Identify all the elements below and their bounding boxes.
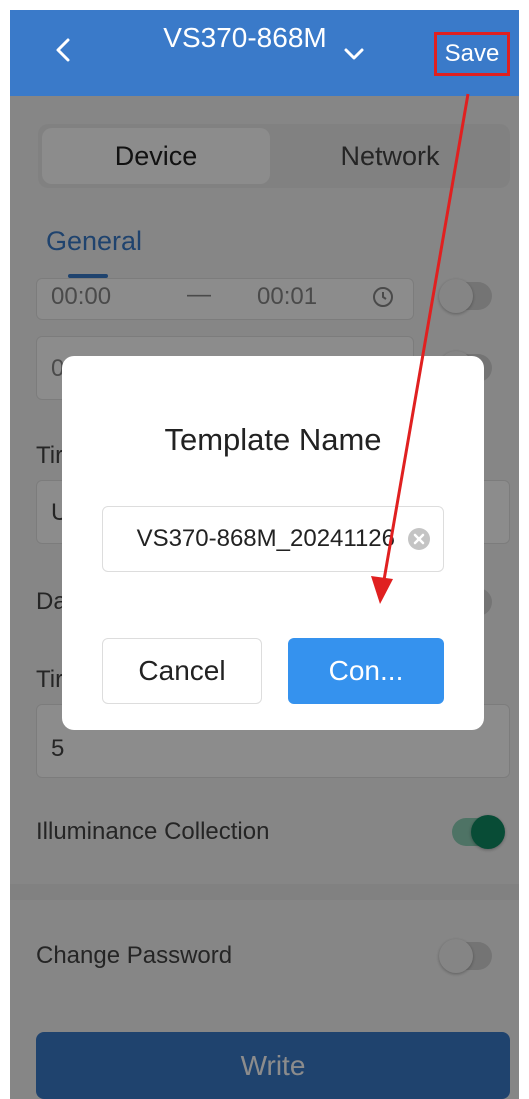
clear-icon[interactable] bbox=[407, 527, 431, 551]
device-title[interactable]: VS370-868M bbox=[150, 16, 340, 60]
cancel-button[interactable]: Cancel bbox=[102, 638, 262, 704]
top-bar: VS370-868M Save bbox=[10, 10, 519, 96]
chevron-down-icon[interactable] bbox=[340, 44, 368, 64]
template-name-input-wrap[interactable] bbox=[102, 506, 444, 572]
app-screen: VS370-868M Save Device Network General 0… bbox=[10, 10, 519, 1099]
save-button[interactable]: Save bbox=[434, 32, 510, 76]
template-name-dialog: Template Name Cancel Con... bbox=[62, 356, 484, 730]
dialog-title: Template Name bbox=[164, 422, 382, 457]
template-name-input[interactable] bbox=[103, 507, 395, 571]
confirm-button[interactable]: Con... bbox=[288, 638, 444, 704]
back-arrow-icon[interactable] bbox=[48, 32, 78, 68]
